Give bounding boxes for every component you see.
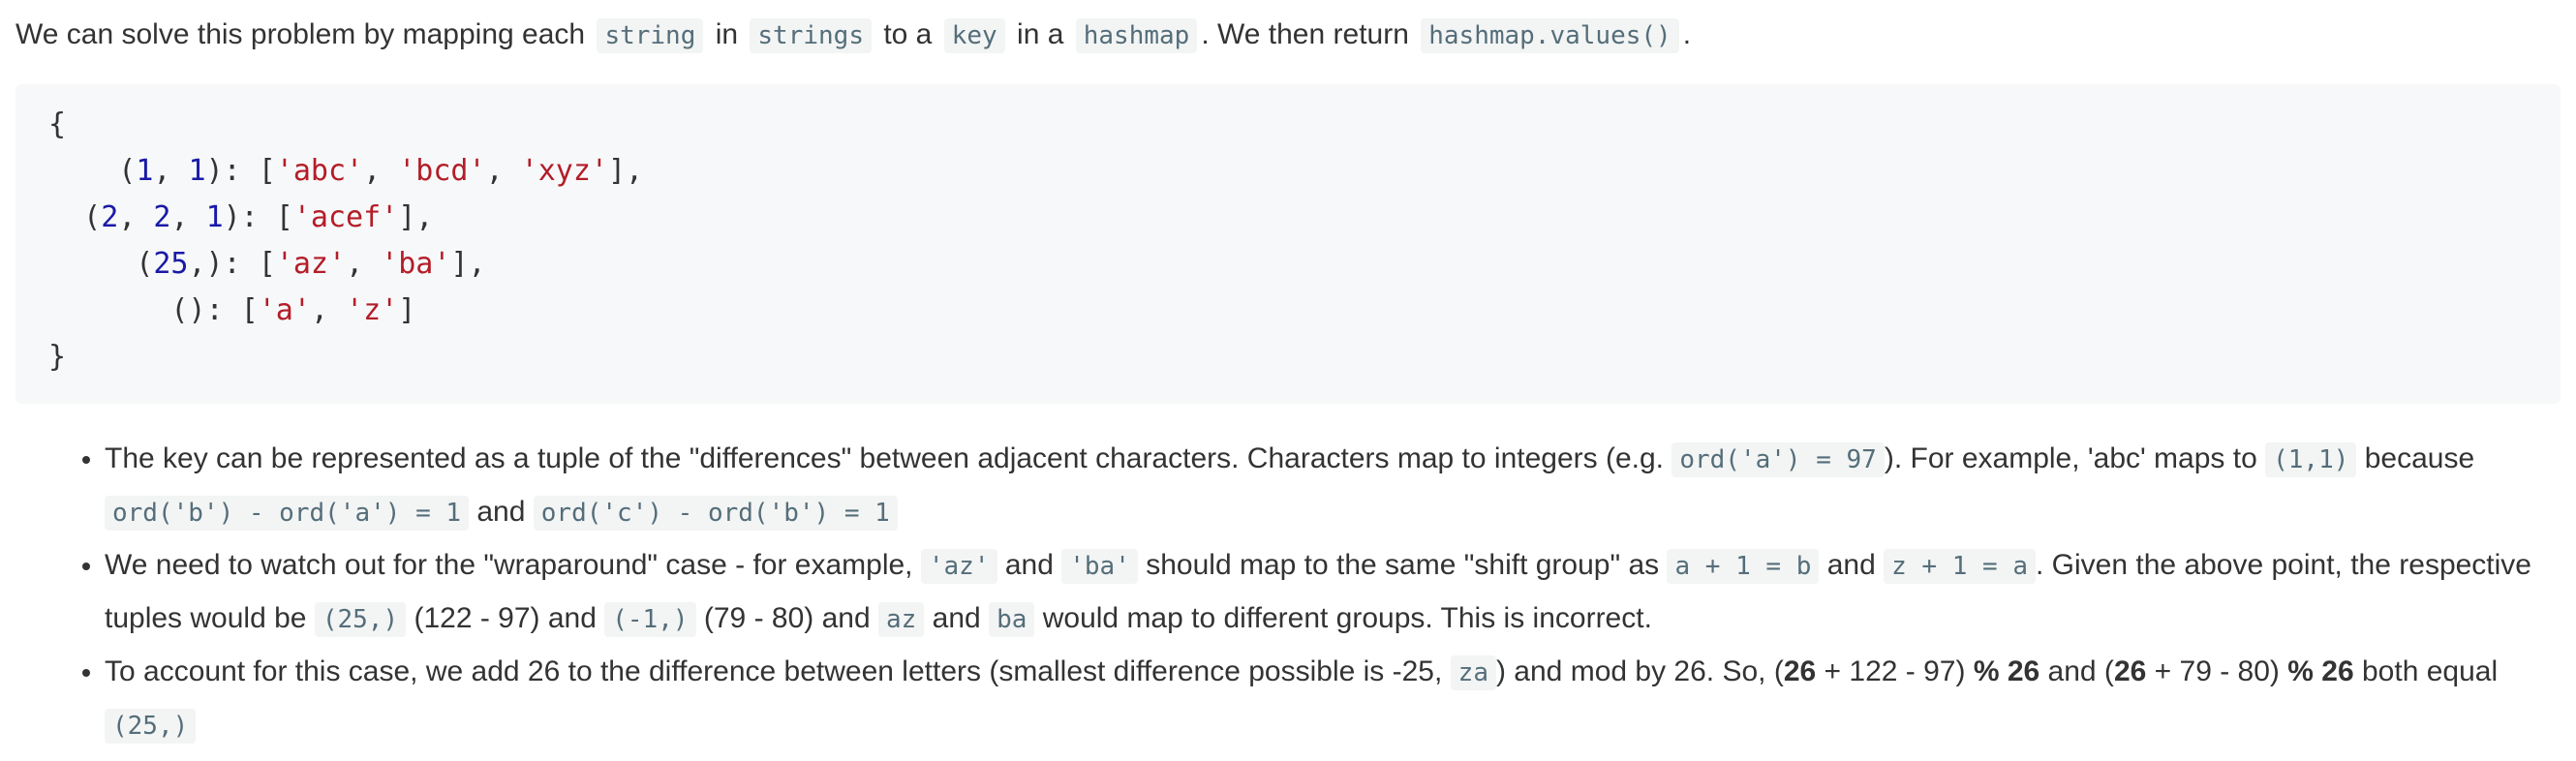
inline-code: 'ba' xyxy=(1061,549,1138,584)
list-text: ) and mod by 26. So, ( xyxy=(1495,655,1784,687)
inline-code: ba xyxy=(989,602,1035,637)
code-line: (25,): ['az', 'ba'], xyxy=(48,247,486,281)
inline-code: (1,1) xyxy=(2265,442,2357,477)
list-text: and xyxy=(1004,549,1054,581)
list-text: and xyxy=(932,602,981,634)
intro-paragraph: We can solve this problem by mapping eac… xyxy=(15,0,2561,55)
intro-text: We can solve this problem by mapping eac… xyxy=(15,18,586,50)
code-string: 'bcd' xyxy=(398,154,486,188)
inline-code: strings xyxy=(750,18,872,53)
list-text: (122 - 97) and xyxy=(414,602,597,634)
code-number: 1 xyxy=(136,154,154,188)
code-string: 'acef' xyxy=(292,200,399,234)
article-section: We can solve this problem by mapping eac… xyxy=(15,0,2561,752)
inline-code: az xyxy=(878,602,925,637)
list-item: The key can be represented as a tuple of… xyxy=(105,433,2561,539)
code-line: (1, 1): ['abc', 'bcd', 'xyz'], xyxy=(48,154,644,188)
bold-text: % 26 xyxy=(2287,655,2354,687)
code-string: 'xyz' xyxy=(520,154,608,188)
inline-code: ord('c') - ord('b') = 1 xyxy=(533,496,898,531)
inline-code: key xyxy=(943,18,1005,53)
inline-code: z + 1 = a xyxy=(1884,549,2037,584)
code-line: (2, 2, 1): ['acef'], xyxy=(48,200,434,234)
inline-code: za xyxy=(1450,655,1496,690)
intro-text: . We then return xyxy=(1201,18,1409,50)
list-text: because xyxy=(2364,442,2475,474)
list-text: ). For example, 'abc' maps to xyxy=(1884,442,2257,474)
code-number: 2 xyxy=(153,200,171,234)
inline-code: (25,) xyxy=(314,602,407,637)
code-string: 'ba' xyxy=(381,247,451,281)
code-brace-close: } xyxy=(48,340,67,374)
intro-text: in a xyxy=(1017,18,1064,50)
list-text: would map to different groups. This is i… xyxy=(1042,602,1652,634)
code-line: (): ['a', 'z'] xyxy=(48,293,416,327)
list-text: + 122 - 97) xyxy=(1824,655,1966,687)
code-number: 1 xyxy=(205,200,224,234)
list-text: both equal xyxy=(2361,655,2499,687)
code-string: 'az' xyxy=(275,247,347,281)
code-block: { (1, 1): ['abc', 'bcd', 'xyz'], (2, 2, … xyxy=(15,84,2561,404)
code-brace-open: { xyxy=(48,107,67,141)
intro-text: in xyxy=(715,18,739,50)
bold-text: 26 xyxy=(2113,655,2147,687)
list-text: To account for this case, we add 26 to t… xyxy=(105,655,1443,687)
inline-code: 'az' xyxy=(920,549,997,584)
list-text: and xyxy=(476,496,526,528)
list-text: and xyxy=(1826,549,1876,581)
inline-code: ord('a') = 97 xyxy=(1671,442,1885,477)
code-string: 'z' xyxy=(346,293,399,327)
list-text: The key can be represented as a tuple of… xyxy=(105,442,1664,474)
list-text: + 79 - 80) xyxy=(2154,655,2280,687)
intro-text: to a xyxy=(883,18,933,50)
list-item: We need to watch out for the "wraparound… xyxy=(105,539,2561,646)
inline-code: (-1,) xyxy=(604,602,696,637)
inline-code: hashmap xyxy=(1075,18,1198,53)
inline-code: a + 1 = b xyxy=(1667,549,1820,584)
list-item: To account for this case, we add 26 to t… xyxy=(105,646,2561,752)
list-text: should map to the same "shift group" as xyxy=(1146,549,1660,581)
list-text: We need to watch out for the "wraparound… xyxy=(105,549,913,581)
code-lines: (1, 1): ['abc', 'bcd', 'xyz'], (2, 2, 1)… xyxy=(48,154,643,327)
inline-code: string xyxy=(597,18,704,53)
code-number: 25 xyxy=(153,247,189,281)
code-string: 'a' xyxy=(258,293,311,327)
inline-code: hashmap.values() xyxy=(1421,18,1679,53)
inline-code: (25,) xyxy=(105,709,197,744)
bold-text: 26 xyxy=(1783,655,1817,687)
explanation-list: The key can be represented as a tuple of… xyxy=(15,433,2561,752)
bold-text: % 26 xyxy=(1973,655,2040,687)
inline-code: ord('b') - ord('a') = 1 xyxy=(105,496,470,531)
code-number: 1 xyxy=(188,154,206,188)
list-text: (79 - 80) and xyxy=(703,602,871,634)
code-number: 2 xyxy=(101,200,119,234)
list-text: and ( xyxy=(2047,655,2114,687)
code-string: 'abc' xyxy=(275,154,364,188)
intro-text: . xyxy=(1682,18,1692,50)
